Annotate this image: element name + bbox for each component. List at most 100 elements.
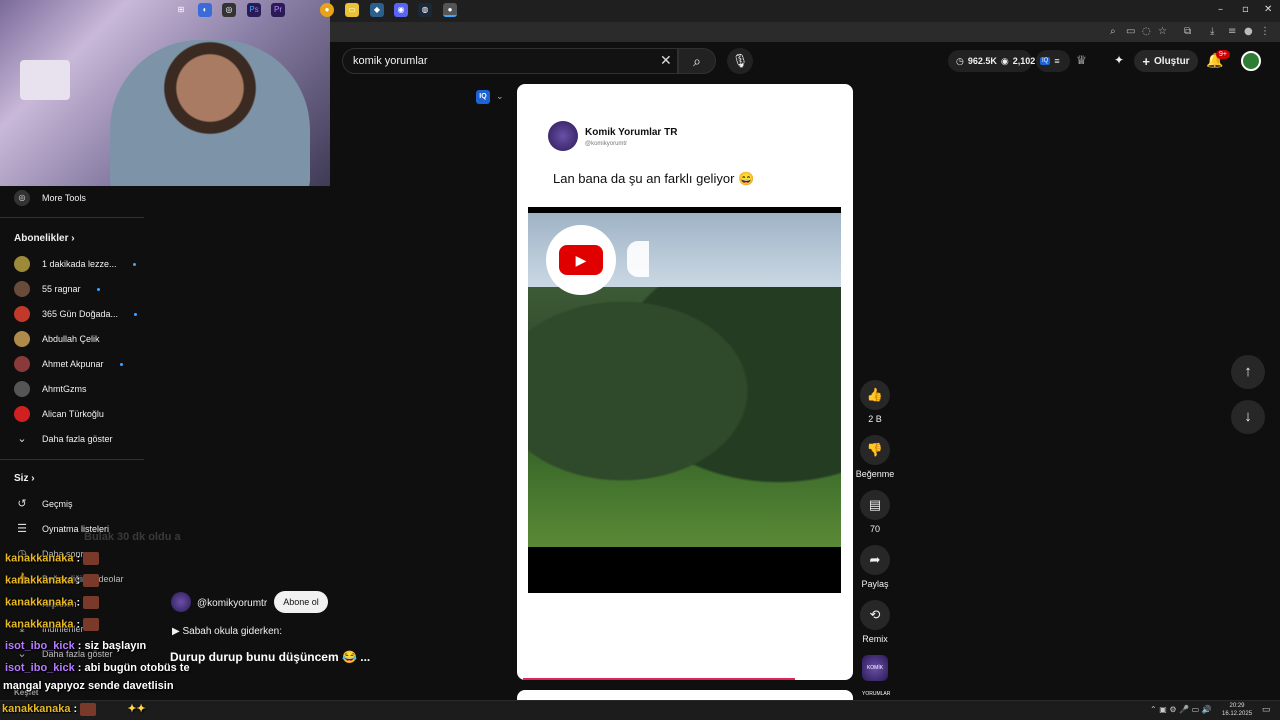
channel-avatar[interactable] [171,592,191,612]
sidebar-subscription-item[interactable]: Alican Türkoğlu [14,405,104,423]
iq-extension-icon[interactable]: IQ [476,90,490,104]
search-button[interactable]: ⌕ [678,48,716,74]
short-title[interactable]: Durup durup bunu düşüncem 😂 ... [170,650,370,664]
dislike-button[interactable]: 👎 [860,435,890,465]
subscription-avatar [14,356,30,372]
extension-pill[interactable]: IQ ≡ [1036,50,1070,72]
browser-toolbar: ⌕ ▭ ◌ ☆ ⧉ ⤓ ≡ ● ⋮ [330,22,1280,42]
remix-icon: ⟲ [869,607,881,622]
sidebar-show-more[interactable]: ⌄ Daha fazla göster [14,430,112,448]
menu-icon[interactable]: ⋮ [1260,26,1270,37]
account-avatar[interactable] [1241,51,1261,71]
stats-pill[interactable]: ◷ 962.5K ◉ 2,102 [948,50,1035,72]
chat-username: isot_ibo_kick [5,662,75,674]
list-icon: ≡ [1054,56,1060,66]
share-label: Paylaş [861,579,889,589]
comments-button[interactable]: ▤ [860,490,890,520]
post-video-embed[interactable]: ▶ [528,207,841,593]
sidebar-item-more-tools[interactable]: ◎ More Tools [14,189,86,207]
extensions-icon[interactable]: ⧉ [1184,26,1191,37]
steam-icon[interactable]: ◍ [418,3,432,17]
chrome-icon[interactable]: ● [320,3,334,17]
post-text: Lan bana da şu an farklı geliyor 😄 [553,171,755,186]
folder-icon[interactable]: ▭ [345,3,359,17]
sidebar-item-label: Ahmet Akpunar [42,359,104,369]
discord-icon[interactable]: ◉ [394,3,408,17]
notification-center-icon[interactable]: ▭ [1262,704,1271,715]
chat-emote [83,618,100,631]
chevron-down-icon[interactable]: ⌄ [496,91,504,102]
clear-search-icon[interactable]: ✕ [660,52,672,69]
download-icon[interactable]: ⤓ [1210,26,1214,37]
community-post-card[interactable]: Komik Yorumlar TR @komikyorumtr Lan bana… [517,84,853,680]
audio-source-thumbnail[interactable]: KOMİK YORUMLAR [862,655,890,697]
chat-message-continuation: mangal yapıyoz sende davetlisin [3,680,174,692]
notification-badge: 9+ [1216,50,1230,59]
comment-count: 70 [869,524,880,534]
plus-icon: + [1142,53,1151,69]
chevron-right-icon: › [31,473,35,484]
sidebar-subscription-item[interactable]: 55 ragnar [14,280,100,298]
sidebar-subscription-item[interactable]: 1 dakikada lezze... [14,255,136,273]
chat-message: isot_ibo_kick : siz başlayın [5,640,147,652]
app-icon-2[interactable]: ◆ [370,3,384,17]
chat-message: kanakkanaka : ✦✦ [2,702,146,716]
minimize-button[interactable]: – [1218,4,1223,15]
chrome-active-icon[interactable]: ● [443,3,457,17]
system-clock[interactable]: 20:29 16.12.2025 [1222,702,1252,718]
sidebar-subscription-item[interactable]: Abdullah Çelik [14,330,100,348]
remix-button[interactable]: ⟲ [860,600,890,630]
short-progress-bar[interactable] [523,678,795,680]
sidebar-subscription-item[interactable]: AhmtGzms [14,380,87,398]
profile-icon[interactable]: ● [1244,26,1253,37]
voice-search-button[interactable]: 🎙 [727,48,753,74]
like-count: 2 B [868,414,882,424]
sidebar-subscription-item[interactable]: Ahmet Akpunar [14,355,123,373]
tray-icons[interactable]: ⌃ ▣ ⚙ 🎤 ▭ 🔊 [1150,705,1212,714]
bookmark-star-icon[interactable]: ☆ [1158,26,1167,37]
clock-icon: ◷ [956,55,964,66]
thumbs-up-icon: 👍 [866,387,884,402]
search-value: komik yorumlar [353,55,428,67]
post-channel-name[interactable]: Komik Yorumlar TR [585,127,677,138]
thumbs-down-icon: 👎 [866,442,884,457]
stat-watchers: 2,102 [1012,56,1036,66]
sidebar-subscription-item[interactable]: 365 Gün Doğada... [14,305,138,323]
ai-sparkle-icon[interactable]: ✦ [1114,53,1124,67]
new-content-dot [96,287,100,291]
cast-icon[interactable]: ▭ [1126,26,1135,37]
maximize-button[interactable]: ▫ [1242,4,1249,15]
zoom-icon[interactable]: ⌕ [1110,26,1116,37]
chevron-down-icon: ⌄ [17,433,27,445]
post-channel-avatar[interactable] [548,121,578,151]
photoshop-icon[interactable]: Ps [247,3,261,17]
task-view-icon[interactable]: ⊞ [174,3,188,17]
close-window-button[interactable]: ✕ [1264,4,1272,15]
trophy-icon[interactable]: ♕ [1076,53,1087,67]
previous-short-button[interactable]: ↑ [1231,355,1265,389]
search-input[interactable]: komik yorumlar [342,48,678,74]
share-button[interactable]: ➦ [860,545,890,575]
next-short-button[interactable]: ↓ [1231,400,1265,434]
app-icon[interactable]: ◎ [222,3,236,17]
streamer-figure [110,40,310,186]
subscription-avatar [14,406,30,422]
create-button[interactable]: + Oluştur [1134,50,1198,72]
channel-handle[interactable]: @komikyorumtr [197,598,267,609]
sidebar-icon[interactable]: ≡ [1228,26,1236,37]
browser-titlebar: – ▫ ✕ [330,0,1280,22]
edge-icon[interactable]: ◐ [198,3,212,17]
sidebar-item-history[interactable]: ↺ Geçmiş [14,495,72,513]
subscriptions-heading[interactable]: Abonelikler › [14,233,75,244]
like-button[interactable]: 👍 [860,380,890,410]
video-letterbox [528,547,841,593]
chat-username: kanakkanaka [5,574,74,587]
history-icon: ↺ [17,498,27,510]
comment-icon: ▤ [868,497,882,512]
premiere-icon[interactable]: Pr [271,3,285,17]
you-heading[interactable]: Siz › [14,473,35,484]
subscribe-button[interactable]: Abone ol [274,591,328,613]
eye-off-icon[interactable]: ◌ [1142,26,1151,37]
arrow-down-icon: ↓ [1244,408,1252,425]
new-content-dot [132,262,136,266]
